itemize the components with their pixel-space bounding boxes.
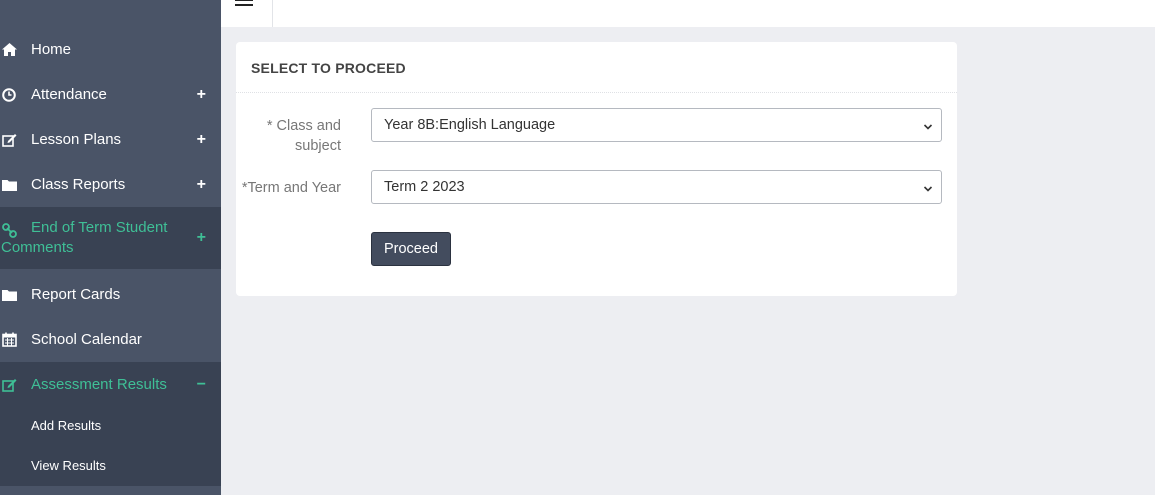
edit-icon <box>1 377 17 393</box>
menu-toggle-icon[interactable] <box>235 0 253 12</box>
term-year-value: Term 2 2023 <box>384 179 465 195</box>
term-year-label: *Term and Year <box>241 180 341 196</box>
card-title: SELECT TO PROCEED <box>251 60 406 76</box>
chevron-down-icon <box>923 182 933 192</box>
calendar-icon <box>1 332 17 348</box>
sidebar-subitem-add-results[interactable]: Add Results <box>31 418 101 433</box>
sidebar-item-label: Home <box>31 41 72 58</box>
assessment-submenu: Add Results View Results <box>0 406 221 486</box>
sidebar-item-end-of-term-comments[interactable]: End of Term Student Comments + <box>0 207 221 269</box>
term-year-select[interactable]: Term 2 2023 <box>371 170 942 204</box>
sidebar-item-label: Class Reports <box>31 176 126 193</box>
sidebar: Home Attendance + Lesson Plans + Class R… <box>0 0 221 495</box>
sidebar-item-label: End of Term Student Comments <box>1 219 168 256</box>
sidebar-item-class-reports[interactable]: Class Reports + <box>0 162 221 207</box>
sidebar-item-home[interactable]: Home <box>0 27 221 72</box>
sidebar-item-lesson-plans[interactable]: Lesson Plans + <box>0 117 221 162</box>
expand-icon: + <box>196 85 206 103</box>
proceed-button[interactable]: Proceed <box>371 232 451 266</box>
sidebar-item-assessment-results[interactable]: Assessment Results − <box>0 362 221 407</box>
sidebar-item-school-calendar[interactable]: School Calendar <box>0 317 221 362</box>
divider <box>272 0 273 27</box>
sidebar-item-label: Lesson Plans <box>31 131 122 148</box>
select-card: SELECT TO PROCEED * Class and subject Ye… <box>236 42 957 296</box>
sidebar-item-report-cards[interactable]: Report Cards <box>0 272 221 317</box>
class-subject-value: Year 8B:English Language <box>384 117 556 133</box>
collapse-icon: − <box>196 375 206 393</box>
class-subject-select[interactable]: Year 8B:English Language <box>371 108 942 142</box>
home-icon <box>1 42 17 58</box>
folder-icon <box>1 177 17 193</box>
expand-icon: + <box>196 130 206 148</box>
sidebar-item-label: Report Cards <box>31 286 121 303</box>
sidebar-item-label: Assessment Results <box>31 376 167 393</box>
edit-icon <box>1 132 17 148</box>
sidebar-item-label: School Calendar <box>31 331 142 348</box>
top-bar <box>221 0 1155 27</box>
sidebar-item-label: Attendance <box>31 86 107 103</box>
sidebar-item-attendance[interactable]: Attendance + <box>0 72 221 117</box>
chevron-down-icon <box>923 120 933 130</box>
clock-icon <box>1 87 17 103</box>
divider <box>236 92 957 93</box>
expand-icon: + <box>196 175 206 193</box>
folder-icon <box>1 287 17 303</box>
class-subject-label: * Class and subject <box>266 118 341 154</box>
expand-icon: + <box>196 229 206 246</box>
sidebar-subitem-view-results[interactable]: View Results <box>31 458 106 473</box>
